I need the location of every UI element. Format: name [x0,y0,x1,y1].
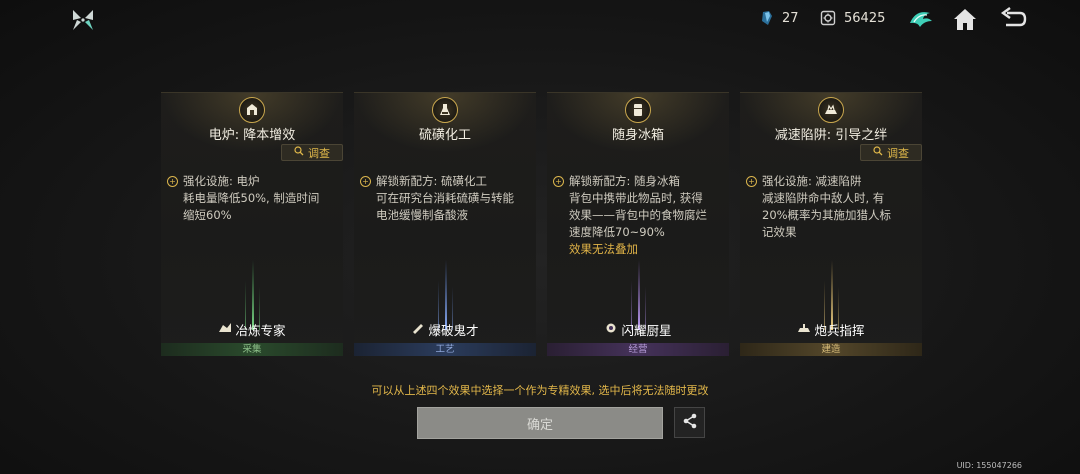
desc-line: 可在研究台消耗硫磺与转能 [376,191,514,205]
desc-highlight: 效果无法叠加 [569,242,638,256]
confirm-button[interactable]: 确定 [417,407,663,439]
skill-badge-icon [218,322,232,337]
desc-line: 电池缓慢制备酸液 [376,208,468,222]
skill-badge-icon [604,322,618,337]
back-icon[interactable] [998,5,1028,33]
inspect-label: 调查 [308,146,330,160]
card-title: 随身冰箱 [611,128,664,143]
card-category: 经营 [547,343,729,356]
furnace-icon [239,97,265,123]
skill-name: 爆破鬼才 [428,323,479,338]
skill-badge-icon [411,322,425,337]
resource-coin-value: 56425 [844,10,886,26]
search-icon [873,146,883,159]
card-title: 减速陷阱: 引导之绊 [774,128,888,143]
card-skill: 爆破鬼才 [354,320,536,339]
inspect-label: 调查 [887,146,909,160]
fridge-icon [625,97,651,123]
card-title: 硫磺化工 [418,128,471,143]
card-description: + 强化设施: 电炉 耗电量降低50%, 制造时间 缩短60% [167,173,339,224]
desc-line: 效果——背包中的食物腐烂 [569,208,707,222]
plus-icon: + [167,176,178,187]
resource-coin[interactable]: 56425 [820,10,885,26]
share-button[interactable] [674,407,705,438]
resource-crystal[interactable]: 27 [760,10,799,26]
card-skill: 闪耀厨星 [547,320,729,339]
card-fridge[interactable]: 随身冰箱 + 解锁新配方: 随身冰箱 背包中携带此物品时, 获得 效果——背包中的… [547,92,729,356]
card-skill: 冶炼专家 [161,320,343,339]
app-logo-icon[interactable] [70,7,96,33]
selection-hint: 可以从上述四个效果中选择一个作为专精效果, 选中后将无法随时更改 [371,384,709,397]
skill-badge-icon [797,322,811,337]
desc-line: 记效果 [762,225,797,239]
inspect-button[interactable]: 调查 [281,144,343,161]
desc-line: 速度降低70~90% [569,225,665,239]
skill-name: 炮兵指挥 [814,323,865,338]
desc-line: 解锁新配方: 随身冰箱 [569,174,681,188]
desc-line: 减速陷阱命中敌人时, 有 [762,191,885,205]
card-category: 建造 [740,343,922,356]
home-icon[interactable] [950,5,980,33]
card-description: + 强化设施: 减速陷阱 减速陷阱命中敌人时, 有 20%概率为其施加猎人标 记效… [746,173,918,241]
card-sulfur[interactable]: 硫磺化工 + 解锁新配方: 硫磺化工 可在研究台消耗硫磺与转能 电池缓慢制备酸液 … [354,92,536,356]
card-title: 电炉: 降本增效 [208,128,296,143]
skill-name: 闪耀厨星 [621,323,672,338]
card-category: 工艺 [354,343,536,356]
desc-line: 强化设施: 减速陷阱 [762,174,862,188]
inspect-button[interactable]: 调查 [860,144,922,161]
gear-coin-icon [820,10,836,26]
top-bar: 27 56425 [0,0,1080,40]
desc-line: 解锁新配方: 硫磺化工 [376,174,488,188]
card-description: + 解锁新配方: 硫磺化工 可在研究台消耗硫磺与转能 电池缓慢制备酸液 [360,173,532,224]
crystal-icon [760,10,774,26]
desc-line: 背包中携带此物品时, 获得 [569,191,703,205]
resource-crystal-value: 27 [782,10,799,26]
plus-icon: + [746,176,757,187]
card-skill: 炮兵指挥 [740,320,922,339]
card-category: 采集 [161,343,343,356]
card-description: + 解锁新配方: 随身冰箱 背包中携带此物品时, 获得 效果——背包中的食物腐烂 … [553,173,725,258]
plus-icon: + [553,176,564,187]
trap-icon [818,97,844,123]
card-furnace[interactable]: 电炉: 降本增效 调查 + 强化设施: 电炉 耗电量降低50%, 制造时间 缩短6… [161,92,343,356]
share-icon [681,412,699,434]
desc-line: 耗电量降低50%, 制造时间 [183,191,320,205]
emblem-icon[interactable] [906,5,936,33]
skill-name: 冶炼专家 [235,323,286,338]
flask-icon [432,97,458,123]
desc-line: 强化设施: 电炉 [183,174,260,188]
plus-icon: + [360,176,371,187]
uid-label: UID: 155047266 [956,461,1022,470]
card-trap[interactable]: 减速陷阱: 引导之绊 调查 + 强化设施: 减速陷阱 减速陷阱命中敌人时, 有 2… [740,92,922,356]
desc-line: 20%概率为其施加猎人标 [762,208,892,222]
desc-line: 缩短60% [183,208,232,222]
search-icon [294,146,304,159]
specialization-cards: 电炉: 降本增效 调查 + 强化设施: 电炉 耗电量降低50%, 制造时间 缩短6… [161,92,923,357]
